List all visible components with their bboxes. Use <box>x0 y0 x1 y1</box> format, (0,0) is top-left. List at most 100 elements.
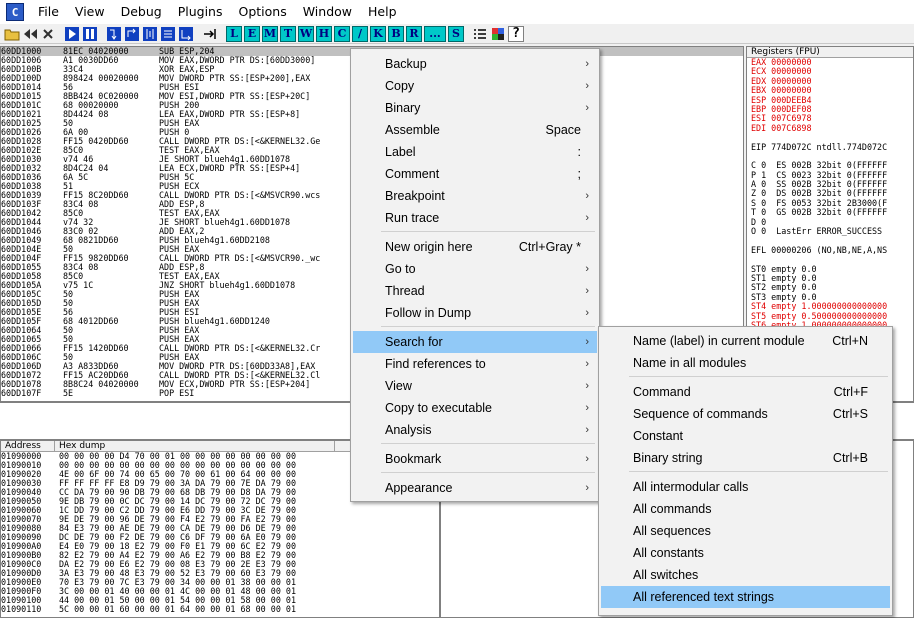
dump-ascii <box>329 533 439 542</box>
menu-help[interactable]: Help <box>360 0 405 24</box>
menu-item-binary[interactable]: Binary › <box>353 97 597 119</box>
menu-view[interactable]: View <box>67 0 113 24</box>
row-hex: 5E <box>63 388 74 398</box>
row-hex: 8D4424 08 <box>63 109 109 119</box>
patches-window-button[interactable]: / <box>352 25 368 42</box>
register-line[interactable]: EFL 00000206 (NO,NB,NE,A,NS <box>747 245 913 255</box>
menu-separator <box>629 376 888 377</box>
pause-icon[interactable] <box>82 26 98 42</box>
menu-debug[interactable]: Debug <box>113 0 170 24</box>
cpu-window-button[interactable]: C <box>334 25 350 42</box>
menu-item-search-for[interactable]: Search for › <box>353 331 597 353</box>
source-window-button[interactable]: S <box>448 25 464 42</box>
chevron-right-icon: › <box>585 336 589 348</box>
submenu-item-constant[interactable]: Constant <box>601 425 890 447</box>
dump-header-address[interactable]: Address <box>1 441 55 451</box>
call-stack-window-button[interactable]: K <box>370 25 386 42</box>
palette-icon[interactable] <box>490 26 506 42</box>
submenu-item-label: All referenced text strings <box>633 590 775 604</box>
submenu-item-sequence-of-commands[interactable]: Sequence of commands Ctrl+S <box>601 403 890 425</box>
windows-window-button[interactable]: W <box>298 25 314 42</box>
execute-till-return-icon[interactable] <box>178 26 194 42</box>
modules-window-button[interactable]: E <box>244 25 260 42</box>
menu-item-shortcut: Space <box>545 123 581 137</box>
dump-ascii <box>329 506 439 515</box>
submenu-item-all-constants[interactable]: All constants <box>601 542 890 564</box>
references-window-button[interactable]: R <box>406 25 422 42</box>
dump-header-hex[interactable]: Hex dump <box>55 441 335 451</box>
menu-bar: C File View Debug Plugins Options Window… <box>0 0 914 24</box>
rewind-icon[interactable] <box>22 26 38 42</box>
menu-item-view[interactable]: View › <box>353 375 597 397</box>
menu-item-label: Assemble <box>385 123 440 137</box>
menu-window[interactable]: Window <box>295 0 360 24</box>
chevron-right-icon: › <box>585 402 589 414</box>
menu-item-find-references-to[interactable]: Find references to › <box>353 353 597 375</box>
run-icon[interactable] <box>64 26 80 42</box>
menu-item-go-to[interactable]: Go to › <box>353 258 597 280</box>
menu-file[interactable]: File <box>30 0 67 24</box>
log-window-button[interactable]: L <box>226 25 242 42</box>
register-line[interactable]: O 0 LastErr ERROR_SUCCESS <box>747 226 913 236</box>
memory-window-button[interactable]: M <box>262 25 278 42</box>
submenu-item-label: Command <box>633 385 691 399</box>
menu-item-analysis[interactable]: Analysis › <box>353 419 597 441</box>
submenu-item-all-commands[interactable]: All commands <box>601 498 890 520</box>
registers-list: EAX 00000000 ECX 00000000 EDX 00000000 EBX … <box>747 57 913 368</box>
submenu-item-all-referenced-text-strings[interactable]: All referenced text strings <box>601 586 890 608</box>
submenu-item-binary-string[interactable]: Binary string Ctrl+B <box>601 447 890 469</box>
help-icon[interactable]: ? <box>508 25 524 42</box>
breakpoints-window-button[interactable]: B <box>388 25 404 42</box>
menu-item-label: Breakpoint <box>385 189 445 203</box>
step-into-icon[interactable] <box>106 26 122 42</box>
submenu-item-name-in-all-modules[interactable]: Name in all modules <box>601 352 890 374</box>
dump-row[interactable]: 01090110 5C 00 00 01 60 00 00 01 64 00 00… <box>1 605 439 614</box>
menu-plugins[interactable]: Plugins <box>170 0 231 24</box>
handles-window-button[interactable]: H <box>316 25 332 42</box>
menu-item-label: Copy <box>385 79 415 93</box>
menu-item-appearance[interactable]: Appearance › <box>353 477 597 499</box>
menu-item-run-trace[interactable]: Run trace › <box>353 207 597 229</box>
row-hex: 50 <box>63 298 74 308</box>
menu-item-breakpoint[interactable]: Breakpoint › <box>353 185 597 207</box>
menu-item-label: Search for <box>385 335 443 349</box>
submenu-item-name-label-in-current-module[interactable]: Name (label) in current module Ctrl+N <box>601 330 890 352</box>
go-to-address-icon[interactable] <box>202 26 218 42</box>
chevron-right-icon: › <box>585 285 589 297</box>
register-line[interactable]: EIP 774D072C ntdll.774D072C <box>747 142 913 152</box>
dump-ascii <box>329 560 439 569</box>
register-line[interactable]: EDI 007C6898 <box>747 123 913 133</box>
menu-item-comment[interactable]: Comment; <box>353 163 597 185</box>
submenu-item-all-intermodular-calls[interactable]: All intermodular calls <box>601 476 890 498</box>
run-trace-window-button[interactable]: ... <box>424 25 446 42</box>
threads-window-button[interactable]: T <box>280 25 296 42</box>
menu-item-label: Backup <box>385 57 427 71</box>
menu-item-copy[interactable]: Copy › <box>353 75 597 97</box>
open-icon[interactable] <box>4 26 20 42</box>
close-icon[interactable] <box>40 26 56 42</box>
submenu-item-all-switches[interactable]: All switches <box>601 564 890 586</box>
menu-item-thread[interactable]: Thread › <box>353 280 597 302</box>
menu-item-bookmark[interactable]: Bookmark › <box>353 448 597 470</box>
row-hex: 68 4012DD60 <box>63 316 119 326</box>
submenu-item-command[interactable]: Command Ctrl+F <box>601 381 890 403</box>
menu-item-follow-in-dump[interactable]: Follow in Dump › <box>353 302 597 324</box>
menu-item-copy-to-executable[interactable]: Copy to executable › <box>353 397 597 419</box>
menu-item-label[interactable]: Label: <box>353 141 597 163</box>
row-hex: 898424 00020000 <box>63 73 139 83</box>
submenu-item-all-sequences[interactable]: All sequences <box>601 520 890 542</box>
step-over-icon[interactable] <box>124 26 140 42</box>
menu-item-label: Comment <box>385 167 440 181</box>
menu-options[interactable]: Options <box>230 0 294 24</box>
register-line[interactable]: T 0 GS 002B 32bit 0(FFFFFF <box>747 208 913 217</box>
menu-item-new-origin-here[interactable]: New origin here Ctrl+Gray * <box>353 236 597 258</box>
submenu-item-label: Sequence of commands <box>633 407 768 421</box>
menu-item-assemble[interactable]: Assemble Space <box>353 119 597 141</box>
menu-item-backup[interactable]: Backup › <box>353 53 597 75</box>
list-icon[interactable] <box>472 26 488 42</box>
search-for-submenu: Name (label) in current module Ctrl+N Name… <box>598 326 893 616</box>
menu-item-label: Follow in Dump <box>385 306 472 320</box>
trace-over-icon[interactable] <box>160 26 176 42</box>
trace-into-icon[interactable] <box>142 26 158 42</box>
app-icon[interactable]: C <box>6 3 24 21</box>
